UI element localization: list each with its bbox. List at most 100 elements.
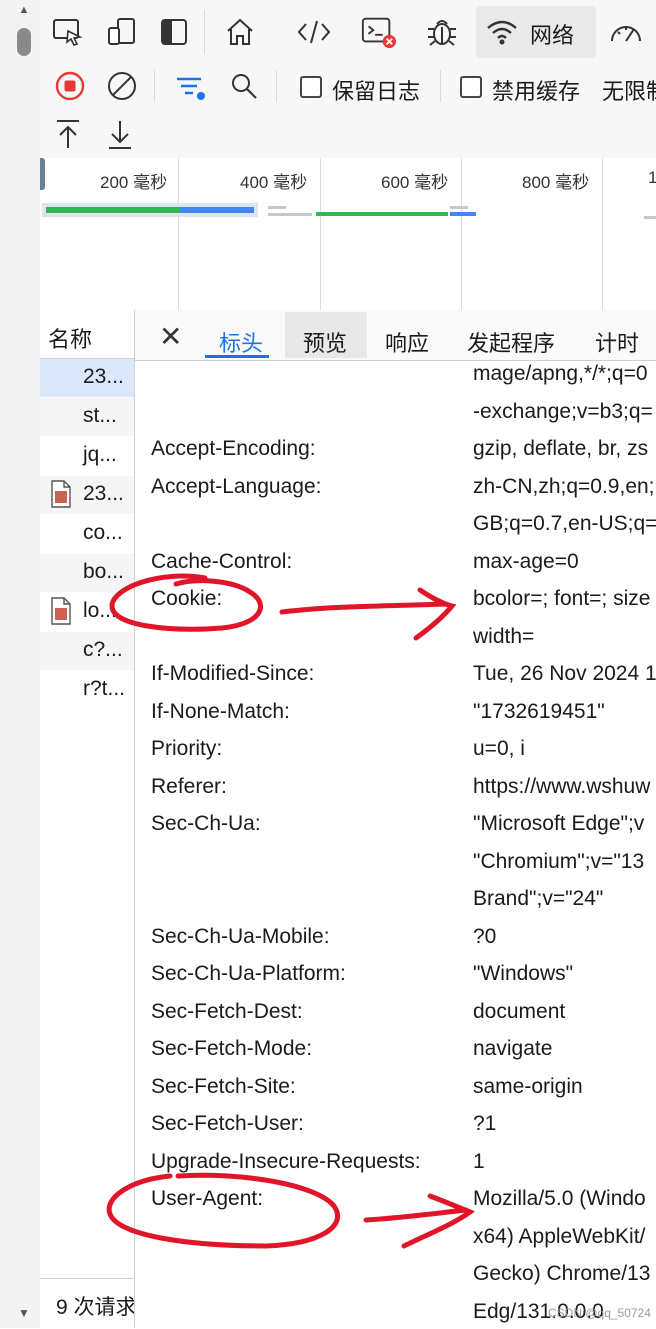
overview-bar-download <box>450 212 476 216</box>
image-file-icon <box>50 480 72 508</box>
header-value[interactable]: document <box>473 1000 565 1024</box>
record-icon[interactable] <box>52 68 88 104</box>
header-value[interactable]: mage/apng,*/*;q=0 <box>473 362 648 386</box>
header-name: Sec-Fetch-Mode: <box>151 1037 313 1060</box>
tab-timing[interactable]: 计时 <box>595 326 639 358</box>
overview-tick-label: 200 毫秒 <box>100 173 168 192</box>
overview-tick-label: 1 <box>648 168 656 188</box>
sources-icon[interactable] <box>424 14 460 50</box>
search-icon[interactable] <box>226 68 262 104</box>
overview-tick-label: 600 毫秒 <box>381 173 449 192</box>
header-name: Sec-Ch-Ua-Platform: <box>151 962 346 985</box>
header-value[interactable]: ?0 <box>473 925 496 949</box>
toolbar-separator <box>154 70 155 102</box>
overview-left-handle[interactable] <box>40 158 45 190</box>
header-name: User-Agent: <box>151 1187 264 1210</box>
request-row[interactable]: co... <box>40 515 134 553</box>
header-name: Priority: <box>151 737 223 760</box>
header-value[interactable]: GB;q=0.7,en-US;q= <box>473 512 656 536</box>
overview-tick-label: 800 毫秒 <box>522 173 590 192</box>
tab-initiator[interactable]: 发起程序 <box>467 326 555 358</box>
header-value[interactable]: "Windows" <box>473 962 573 986</box>
filter-icon[interactable] <box>172 68 208 104</box>
header-value[interactable]: gzip, deflate, br, zs <box>473 437 648 461</box>
request-row[interactable]: st... <box>40 398 134 436</box>
header-value[interactable]: https://www.wshuw <box>473 775 650 799</box>
dock-icon[interactable] <box>156 14 192 50</box>
request-name: st... <box>83 404 117 427</box>
request-name: lo... <box>83 599 117 622</box>
header-value[interactable]: u=0, i <box>473 737 525 761</box>
request-row[interactable]: jq... <box>40 437 134 475</box>
tab-network[interactable]: 网络 <box>530 18 574 50</box>
header-value[interactable]: navigate <box>473 1037 552 1061</box>
request-row[interactable]: c?... <box>40 632 134 670</box>
elements-icon[interactable] <box>296 14 332 50</box>
device-emulation-icon[interactable] <box>104 14 140 50</box>
header-value[interactable]: max-age=0 <box>473 550 579 574</box>
request-row[interactable]: lo... <box>40 593 134 631</box>
toolbar-separator <box>440 70 441 102</box>
overview-gridline <box>178 158 179 310</box>
header-value[interactable]: bcolor=; font=; size <box>473 587 650 611</box>
request-row[interactable]: 23... <box>40 359 134 397</box>
scrollbar-thumb[interactable] <box>17 28 31 56</box>
performance-icon[interactable] <box>608 14 644 50</box>
request-row[interactable]: 23... <box>40 476 134 514</box>
header-value[interactable]: zh-CN,zh;q=0.9,en; <box>473 475 655 499</box>
overview-tick-label: 400 毫秒 <box>240 173 308 192</box>
toolbar-separator <box>204 10 205 54</box>
header-value[interactable]: Gecko) Chrome/13 <box>473 1262 650 1286</box>
scroll-up-arrow-icon[interactable]: ▲ <box>14 4 34 18</box>
header-value[interactable]: 1 <box>473 1150 485 1174</box>
request-row[interactable]: bo... <box>40 554 134 592</box>
preserve-log-checkbox[interactable] <box>300 76 322 98</box>
import-har-icon[interactable] <box>50 116 86 152</box>
name-column-header[interactable]: 名称 <box>40 310 134 359</box>
disable-cache-label[interactable]: 禁用缓存 <box>492 74 580 106</box>
tab-headers[interactable]: 标头 <box>219 326 263 358</box>
welcome-home-icon[interactable] <box>222 14 258 50</box>
request-row[interactable]: r?t... <box>40 671 134 709</box>
network-overview[interactable]: 200 毫秒 400 毫秒 600 毫秒 800 毫秒 1 <box>40 158 656 311</box>
network-toolbar: 保留日志 禁用缓存 无限制 <box>40 64 656 108</box>
overview-bar-queue <box>268 206 286 209</box>
preserve-log-label[interactable]: 保留日志 <box>332 74 420 106</box>
header-name: Accept-Encoding: <box>151 437 316 460</box>
header-name: Upgrade-Insecure-Requests: <box>151 1149 421 1173</box>
header-value[interactable]: "1732619451" <box>473 700 605 724</box>
header-name: Sec-Fetch-User: <box>151 1112 304 1135</box>
header-value[interactable]: x64) AppleWebKit/ <box>473 1225 645 1249</box>
scroll-down-arrow-icon[interactable]: ▼ <box>14 1306 34 1322</box>
header-name: Cookie: <box>151 587 223 610</box>
overview-bar-queue <box>644 216 656 219</box>
request-list: 名称 23... st... jq... 23... co... bo... lo... c?… <box>40 310 135 1329</box>
close-details-icon[interactable]: ✕ <box>159 320 182 353</box>
tab-response[interactable]: 响应 <box>385 326 429 358</box>
header-value[interactable]: ?1 <box>473 1112 496 1136</box>
details-tabbar: ✕ 标头 预览 响应 发起程序 计时 <box>135 310 656 361</box>
header-value[interactable]: "Microsoft Edge";v <box>473 812 644 836</box>
active-tab-indicator <box>205 355 269 358</box>
export-har-icon[interactable] <box>102 116 138 152</box>
console-icon[interactable] <box>360 14 396 50</box>
throttling-select[interactable]: 无限制 <box>602 74 656 106</box>
request-count-footer: 9 次请求 <box>40 1278 134 1329</box>
header-name: Cache-Control: <box>151 549 293 573</box>
tab-preview[interactable]: 预览 <box>303 326 347 358</box>
header-value[interactable]: "Chromium";v="13 <box>473 850 644 874</box>
clear-icon[interactable] <box>104 68 140 104</box>
toolbar-separator <box>276 70 277 102</box>
header-value[interactable]: Tue, 26 Nov 2024 1 <box>473 662 656 686</box>
header-value[interactable]: same-origin <box>473 1075 583 1099</box>
request-name: c?... <box>83 638 123 661</box>
header-value[interactable]: Brand";v="24" <box>473 887 603 911</box>
network-icon[interactable] <box>484 14 520 50</box>
header-name: Accept-Language: <box>151 474 322 498</box>
inspect-icon[interactable] <box>50 14 86 50</box>
overview-bar-waiting <box>46 207 180 213</box>
disable-cache-checkbox[interactable] <box>460 76 482 98</box>
header-value[interactable]: Mozilla/5.0 (Windo <box>473 1187 646 1211</box>
header-value[interactable]: -exchange;v=b3;q= <box>473 400 653 424</box>
header-value[interactable]: width= <box>473 625 534 649</box>
